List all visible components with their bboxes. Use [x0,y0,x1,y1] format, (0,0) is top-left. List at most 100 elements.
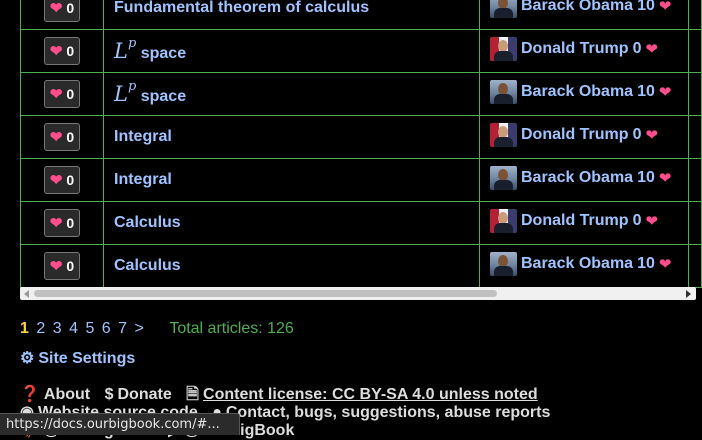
heart-icon: ❤ [49,85,63,103]
like-button[interactable]: ❤ 0 [44,209,80,237]
avatar [490,122,517,147]
article-title-link[interactable]: Lp space [114,36,186,63]
page-link-7[interactable]: 7 [118,320,127,337]
author-link[interactable]: Barack Obama 10 ❤ [490,251,671,276]
author-name: Barack Obama [521,82,634,100]
table-row: ❤ 0 Calculus Barack Obama 10 ❤ [20,244,702,288]
extra-cell [688,201,702,245]
article-title-link[interactable]: Integral [114,128,172,145]
scroll-left-arrow-icon[interactable] [24,290,29,298]
author-cell: Donald Trump 0 ❤ [479,29,689,73]
table-row: ❤ 0 Integral Donald Trump 0 ❤ [20,115,702,159]
heart-icon: ❤ [49,257,63,275]
page-link-2[interactable]: 2 [36,320,45,337]
table-row: ❤ 0 Fundamental theorem of calculus Bara… [20,0,702,30]
avatar [490,79,517,104]
current-page: 1 [20,320,29,337]
title-cell: Fundamental theorem of calculus [103,0,480,30]
heart-icon: ❤ [658,0,672,15]
heart-icon: ❤ [49,171,63,189]
article-title-link[interactable]: Calculus [114,214,181,231]
author-score: 10 [637,82,655,100]
like-cell: ❤ 0 [20,201,104,245]
author-score: 0 [632,125,642,143]
author-score: 0 [632,211,642,229]
site-settings-label: Site Settings [38,350,136,367]
author-link[interactable]: Donald Trump 0 ❤ [490,36,659,61]
total-articles: Total articles: 126 [169,320,294,337]
avatar [490,251,517,276]
like-button[interactable]: ❤ 0 [44,0,80,22]
heart-icon: ❤ [658,169,672,187]
like-button[interactable]: ❤ 0 [44,80,80,108]
like-button[interactable]: ❤ 0 [44,252,80,280]
author-cell: Barack Obama 10 ❤ [479,0,689,30]
author-name: Barack Obama [521,0,634,14]
avatar [490,0,517,18]
like-count: 0 [66,258,75,274]
page-link-6[interactable]: 6 [102,320,111,337]
title-cell: Lp space [103,29,480,73]
table-row: ❤ 0 Lp space Donald Trump 0 ❤ [20,29,702,73]
horizontal-scrollbar[interactable] [20,287,696,300]
extra-cell [688,244,702,288]
article-title-link[interactable]: Fundamental theorem of calculus [114,0,369,16]
article-title-link[interactable]: Integral [114,171,172,188]
like-cell: ❤ 0 [20,158,104,202]
heart-icon: ❤ [49,128,63,146]
heart-icon: ❤ [49,42,63,60]
article-title-link[interactable]: Lp space [114,79,186,106]
footer-license[interactable]: 🗎 Content license: CC BY-SA 4.0 unless no… [186,386,537,403]
scroll-right-arrow-icon[interactable] [686,290,691,298]
like-count: 0 [66,43,75,59]
pagination: 1 2 3 4 5 6 7 > Total articles: 126 [20,320,294,338]
page-link-4[interactable]: 4 [69,320,78,337]
like-cell: ❤ 0 [20,29,104,73]
avatar [490,165,517,190]
author-score: 10 [637,168,655,186]
extra-cell [688,158,702,202]
author-score: 10 [637,254,655,272]
site-settings-link[interactable]: ⚙ Site Settings [20,348,135,368]
footer-donate[interactable]: $ Donate [105,386,172,403]
article-title-link[interactable]: Calculus [114,257,181,274]
like-button[interactable]: ❤ 0 [44,166,80,194]
author-cell: Barack Obama 10 ❤ [479,244,689,288]
articles-table-wrap: ❤ 0 Fundamental theorem of calculus Bara… [20,0,702,288]
title-cell: Lp space [103,72,480,116]
page-link-3[interactable]: 3 [53,320,62,337]
avatar [490,208,517,233]
heart-icon: ❤ [645,40,659,58]
author-name: Donald Trump [521,125,629,143]
extra-cell [688,0,702,30]
like-button[interactable]: ❤ 0 [44,123,80,151]
author-link[interactable]: Donald Trump 0 ❤ [490,208,659,233]
dollar-icon: $ [104,386,114,403]
like-cell: ❤ 0 [20,115,104,159]
like-button[interactable]: ❤ 0 [44,37,80,65]
author-link[interactable]: Barack Obama 10 ❤ [490,79,671,104]
title-cell: Calculus [103,201,480,245]
extra-cell [688,29,702,73]
page-link-5[interactable]: 5 [85,320,94,337]
title-cell: Calculus [103,244,480,288]
table-row: ❤ 0 Lp space Barack Obama 10 ❤ [20,72,702,116]
author-name: Barack Obama [521,168,634,186]
author-link[interactable]: Barack Obama 10 ❤ [490,165,672,190]
footer-contact[interactable]: ●Contact, bugs, suggestions, abuse repor… [212,404,550,421]
author-cell: Donald Trump 0 ❤ [479,201,689,245]
title-cell: Integral [103,115,480,159]
like-cell: ❤ 0 [20,72,104,116]
author-link[interactable]: Donald Trump 0 ❤ [490,122,658,147]
scrollbar-thumb[interactable] [34,290,497,297]
author-link[interactable]: Barack Obama 10 ❤ [490,0,671,18]
avatar [490,36,517,61]
like-count: 0 [66,86,75,102]
next-page-link[interactable]: > [135,320,144,337]
math-title: Lp [114,36,137,63]
author-cell: Barack Obama 10 ❤ [479,72,689,116]
author-name: Donald Trump [521,211,629,229]
footer-about[interactable]: ❓ About [20,386,90,403]
author-cell: Barack Obama 10 ❤ [479,158,689,202]
heart-icon: ❤ [645,212,659,230]
